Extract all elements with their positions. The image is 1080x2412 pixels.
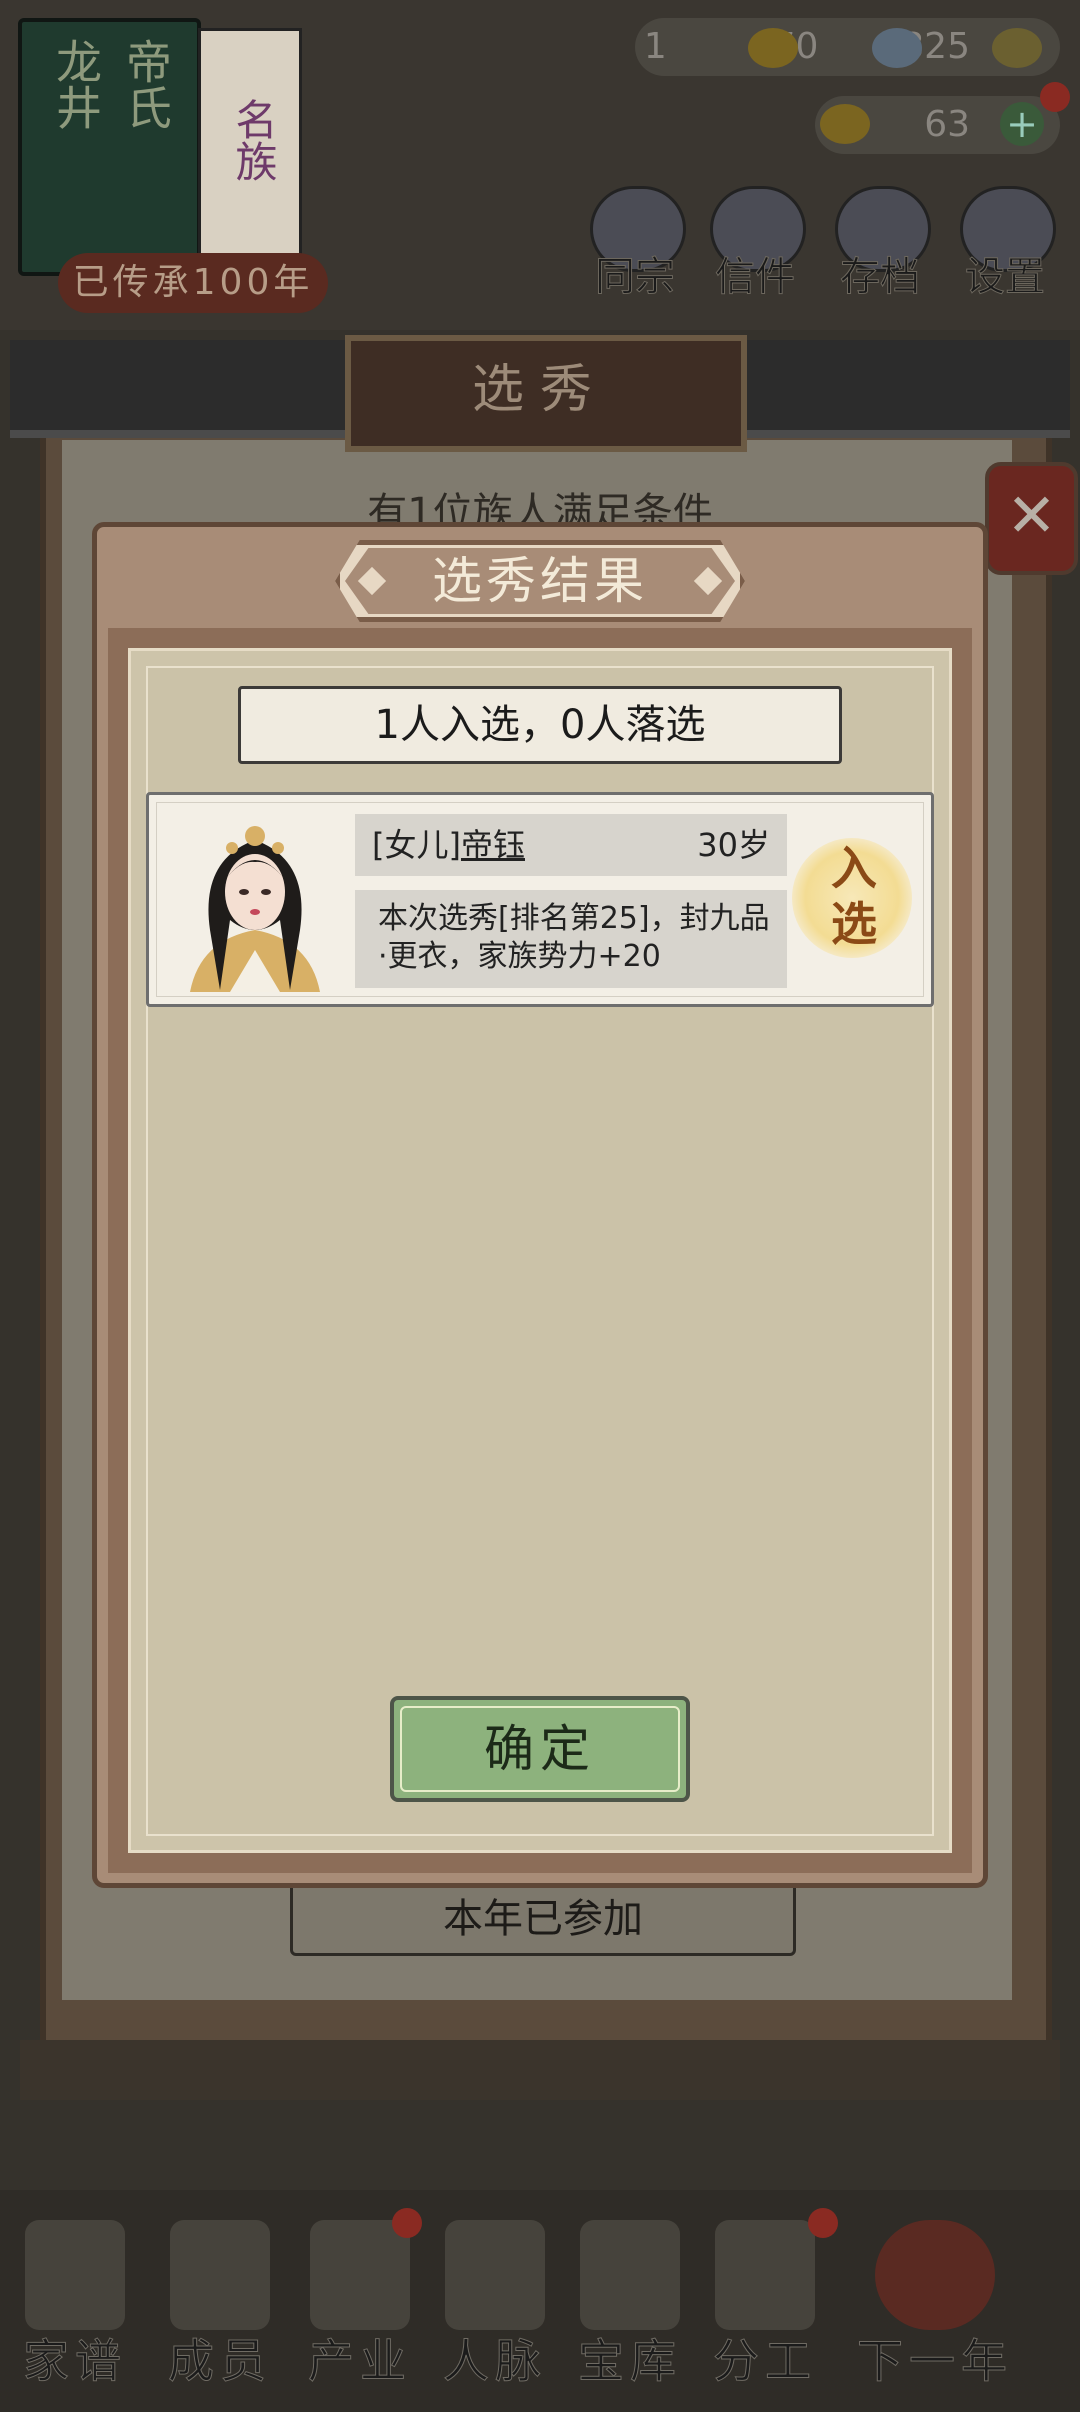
nav-label: 家谱 (23, 2334, 127, 2389)
plus-icon[interactable]: + (1000, 102, 1044, 146)
nav-label: 产业 (308, 2334, 412, 2389)
notification-dot (1040, 82, 1070, 112)
close-button[interactable]: ✕ (985, 462, 1078, 575)
top-menu-label: 存档 (840, 254, 921, 301)
character-portrait[interactable] (170, 800, 340, 992)
selection-title: 选秀 (471, 360, 608, 420)
joined-this-year-button[interactable]: 本年已参加 (290, 1882, 796, 1956)
heritage-banner: 已传承100年 (58, 253, 328, 313)
relation-label: [女儿] (372, 826, 461, 864)
ingot-count: 1 (643, 26, 667, 67)
ingot-icon (748, 28, 798, 68)
character-age: 30岁 (697, 826, 770, 864)
nav-label: 人脉 (443, 2334, 547, 2389)
nav-label: 分工 (713, 2334, 817, 2389)
notification-dot (808, 2208, 838, 2238)
treasury-icon (580, 2220, 680, 2330)
confirm-label[interactable]: 确定 (390, 1696, 690, 1802)
corner-ornament (910, 1810, 970, 1870)
top-menu-settings[interactable]: 设置 (950, 186, 1060, 301)
nav-label: 成员 (168, 2334, 272, 2389)
notification-dot (392, 2208, 422, 2238)
nav-label: 宝库 (578, 2334, 682, 2389)
nav-family-tree[interactable]: 家谱 (5, 2220, 145, 2400)
top-menu-label: 信件 (715, 254, 796, 301)
members-icon (170, 2220, 270, 2330)
corner-ornament (910, 632, 970, 692)
panel-base (20, 2040, 1060, 2100)
close-icon: ✕ (1006, 481, 1057, 551)
book-cover-text-right: 帝氏 (119, 38, 173, 130)
nav-property[interactable]: 产业 (290, 2220, 430, 2400)
connections-icon (445, 2220, 545, 2330)
assignment-icon (715, 2220, 815, 2330)
book-cover-text-left: 龙井 (49, 38, 103, 130)
family-tree-icon (25, 2220, 125, 2330)
modal-title: 选秀结果 (432, 552, 648, 610)
property-icon (310, 2220, 410, 2330)
name-link[interactable]: 帝钰 (461, 826, 525, 864)
gold-count: 63 (924, 104, 970, 145)
result-description: 本次选秀[排名第25]，封九品·更衣，家族势力+20 (378, 901, 770, 974)
lantern-icon (875, 2220, 995, 2330)
selected-stamp-text: 入选 (831, 841, 877, 951)
character-name[interactable]: [女儿]帝钰 (372, 814, 525, 876)
nav-assignment[interactable]: 分工 (695, 2220, 835, 2400)
nav-label: 下一年 (857, 2334, 1013, 2389)
top-menu-clan[interactable]: 同宗 (580, 186, 690, 301)
nav-connections[interactable]: 人脉 (425, 2220, 565, 2400)
top-menu-save[interactable]: 存档 (825, 186, 935, 301)
silver-icon (872, 28, 922, 68)
top-menu-label: 设置 (965, 254, 1046, 301)
top-menu-letters[interactable]: 信件 (700, 186, 810, 301)
gold-icon (820, 104, 870, 144)
corner-ornament (110, 1810, 170, 1870)
nav-treasury[interactable]: 宝库 (560, 2220, 700, 2400)
family-book[interactable]: 龙井 帝氏 名族 已传承100年 (18, 18, 328, 313)
coin-icon (992, 28, 1042, 68)
nav-next-year[interactable]: 下一年 (845, 2220, 1025, 2400)
nav-members[interactable]: 成员 (150, 2220, 290, 2400)
corner-ornament (110, 632, 170, 692)
result-summary: 1人入选，0人落选 (238, 686, 842, 764)
top-menu-label: 同宗 (595, 254, 676, 301)
book-page-name: 名族 (229, 98, 278, 182)
